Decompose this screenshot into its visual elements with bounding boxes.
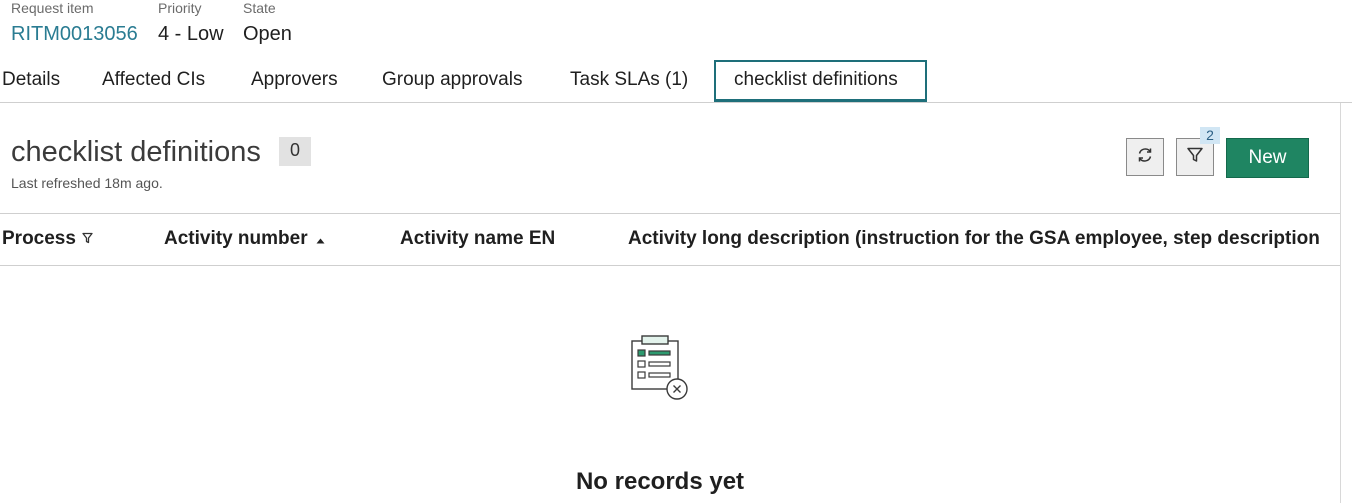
new-button[interactable]: New bbox=[1226, 138, 1309, 178]
refresh-button[interactable] bbox=[1126, 138, 1164, 176]
record-count-badge: 0 bbox=[279, 137, 311, 166]
priority-label: Priority bbox=[158, 0, 202, 16]
last-refreshed-text: Last refreshed 18m ago. bbox=[11, 175, 163, 191]
column-header-label: Activity number bbox=[164, 228, 308, 250]
empty-state-message: No records yet bbox=[575, 468, 745, 495]
tab-task-slas[interactable]: Task SLAs (1) bbox=[570, 60, 688, 102]
request-item-label: Request item bbox=[11, 0, 94, 16]
tab-checklist-definitions[interactable]: checklist definitions bbox=[714, 60, 927, 102]
priority-value: 4 - Low bbox=[158, 23, 224, 45]
column-header-process[interactable]: Process bbox=[2, 228, 93, 250]
list-title: checklist definitions bbox=[11, 136, 261, 168]
request-item-field: Request item RITM0013056 bbox=[11, 0, 138, 46]
column-header-label: Activity name EN bbox=[400, 228, 556, 249]
grid-header-top-border bbox=[0, 213, 1340, 214]
grid-header-bottom-border bbox=[0, 265, 1340, 266]
state-value: Open bbox=[243, 23, 292, 45]
column-header-activity-name-en[interactable]: Activity name EN bbox=[400, 228, 555, 250]
priority-field: Priority 4 - Low bbox=[158, 0, 224, 46]
tab-details[interactable]: Details bbox=[2, 60, 60, 102]
column-header-label: Process bbox=[2, 228, 76, 250]
filter-icon[interactable] bbox=[82, 228, 93, 250]
filter-count-badge: 2 bbox=[1200, 127, 1220, 144]
request-item-number-link[interactable]: RITM0013056 bbox=[11, 22, 138, 46]
filter-icon bbox=[1186, 146, 1204, 169]
tab-approvers[interactable]: Approvers bbox=[251, 60, 338, 102]
column-header-label: Activity long description (instruction f… bbox=[628, 228, 1320, 249]
state-label: State bbox=[243, 0, 276, 16]
tab-group-approvals[interactable]: Group approvals bbox=[382, 60, 522, 102]
sort-ascending-icon bbox=[316, 228, 325, 250]
empty-checklist-icon bbox=[628, 332, 692, 407]
column-header-activity-long-description[interactable]: Activity long description (instruction f… bbox=[628, 228, 1340, 250]
state-field: State Open bbox=[243, 0, 292, 46]
tab-affected-cis[interactable]: Affected CIs bbox=[102, 60, 205, 102]
refresh-icon bbox=[1136, 146, 1154, 169]
column-header-activity-number[interactable]: Activity number bbox=[164, 228, 325, 250]
